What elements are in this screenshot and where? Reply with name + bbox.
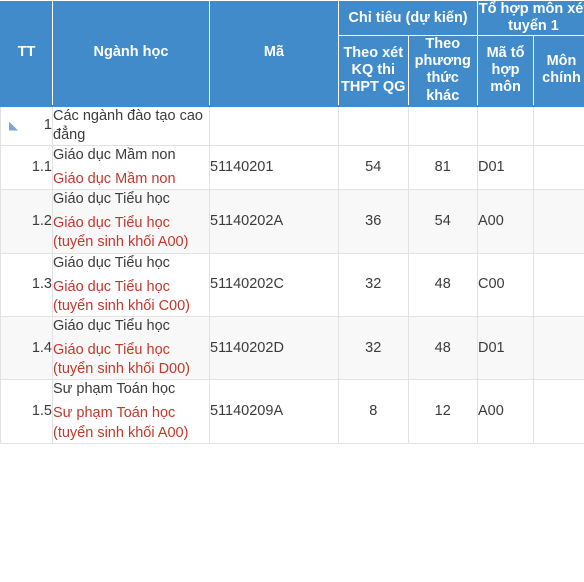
expand-collapse-triangle-icon[interactable] [9, 121, 18, 131]
cell-tt: 1.3 [0, 252, 53, 317]
cell-ma [209, 104, 339, 146]
column-header-chi-tieu-group: Chỉ tiêu (dự kiến) [338, 0, 478, 37]
program-name-primary: Sư phạm Toán học [53, 381, 176, 398]
cell-ma-to-hop-mon: A00 [477, 189, 534, 254]
cell-nganh-hoc: Giáo dục Mầm non Giáo dục Mầm non [52, 144, 210, 191]
program-name-secondary: Giáo dục Tiểu học (tuyển sinh khối D00) [53, 342, 191, 378]
cell-theo-phuong-thuc-khac: 54 [407, 189, 478, 254]
cell-ma: 51140201 [209, 144, 339, 191]
column-header-theo-xet-kq-thi-thpt-qg: Theo xét KQ thi THPT QG [338, 35, 409, 107]
table-row[interactable]: 1.4 Giáo dục Tiểu học Giáo dục Tiểu học (t… [0, 315, 584, 381]
table-row[interactable]: 1.1 Giáo dục Mầm non Giáo dục Mầm non 51140… [0, 144, 584, 191]
table-body: 1 Các ngành đào tạo cao đẳng 1.1 Giáo dục M… [0, 104, 584, 444]
cell-theo-xet-kq-thi: 54 [338, 144, 409, 191]
cell-theo-phuong-thuc-khac: 48 [407, 315, 478, 381]
program-name-primary: Giáo dục Tiểu học [53, 317, 170, 334]
program-name-secondary: Giáo dục Tiểu học (tuyển sinh khối C00) [53, 278, 191, 314]
cell-tt: 1 [0, 104, 53, 146]
table-row[interactable]: 1.5 Sư phạm Toán học Sư phạm Toán học (tuy… [0, 379, 584, 444]
cell-ma: 51140202C [209, 252, 339, 317]
cell-ma-to-hop-mon [477, 104, 534, 146]
table-row[interactable]: 1.3 Giáo dục Tiểu học Giáo dục Tiểu học (t… [0, 252, 584, 317]
cell-mon-chinh [533, 144, 584, 191]
cell-mon-chinh [533, 104, 584, 146]
admissions-quota-table: TT Ngành học Mã Chỉ tiêu (dự kiến) Tổ hợ… [0, 0, 584, 444]
cell-ma-to-hop-mon: A00 [477, 379, 534, 444]
cell-tt-label: 1.5 [31, 402, 52, 419]
program-name-primary: Giáo dục Tiểu học [53, 191, 170, 208]
column-header-mon-chinh: Môn chính [533, 35, 584, 107]
column-header-ma-to-hop-mon: Mã tổ hợp môn [477, 35, 534, 107]
column-header-to-hop-mon-group: Tổ hợp môn xét tuyển 1 [477, 0, 584, 37]
cell-tt-label: 1.4 [31, 339, 52, 356]
cell-tt: 1.2 [0, 189, 53, 254]
cell-theo-phuong-thuc-khac: 12 [407, 379, 478, 444]
cell-theo-xet-kq-thi: 32 [338, 315, 409, 381]
cell-mon-chinh [533, 252, 584, 317]
table-row[interactable]: 1 Các ngành đào tạo cao đẳng [0, 104, 584, 146]
cell-tt-label: 1.2 [31, 212, 52, 229]
table-header: TT Ngành học Mã Chỉ tiêu (dự kiến) Tổ hợ… [0, 0, 584, 107]
cell-tt: 1.4 [0, 315, 53, 381]
cell-mon-chinh [533, 315, 584, 381]
column-header-nganh-hoc: Ngành học [52, 0, 210, 107]
cell-tt: 1.5 [0, 379, 53, 444]
cell-ma-to-hop-mon: D01 [477, 144, 534, 191]
table-row[interactable]: 1.2 Giáo dục Tiểu học Giáo dục Tiểu học (t… [0, 189, 584, 254]
program-name-primary: Giáo dục Tiểu học [53, 254, 170, 271]
cell-ma-to-hop-mon: C00 [477, 252, 534, 317]
program-name-primary: Giáo dục Mầm non [53, 146, 176, 163]
cell-ma: 51140209A [209, 379, 339, 444]
column-header-theo-phuong-thuc-khac: Theo phương thức khác [407, 35, 478, 107]
cell-theo-phuong-thuc-khac [407, 104, 478, 146]
cell-ma-to-hop-mon: D01 [477, 315, 534, 381]
cell-nganh-hoc: Sư phạm Toán học Sư phạm Toán học (tuyển … [52, 379, 210, 444]
cell-mon-chinh [533, 189, 584, 254]
cell-tt-label: 1.1 [31, 158, 52, 175]
cell-tt-label: 1 [43, 117, 52, 134]
program-name-secondary: Giáo dục Mầm non [53, 171, 176, 188]
column-header-tt: TT [0, 0, 53, 107]
cell-nganh-hoc: Giáo dục Tiểu học Giáo dục Tiểu học (tuyể… [52, 189, 210, 254]
cell-nganh-hoc: Giáo dục Tiểu học Giáo dục Tiểu học (tuyể… [52, 252, 210, 317]
cell-nganh-hoc: Giáo dục Tiểu học Giáo dục Tiểu học (tuyể… [52, 315, 210, 381]
program-name-secondary: Giáo dục Tiểu học (tuyển sinh khối A00) [53, 215, 189, 251]
column-header-ma: Mã [209, 0, 339, 107]
cell-theo-phuong-thuc-khac: 48 [407, 252, 478, 317]
program-name-primary: Các ngành đào tạo cao đẳng [53, 107, 203, 143]
cell-ma: 51140202A [209, 189, 339, 254]
cell-theo-xet-kq-thi: 8 [338, 379, 409, 444]
table-header-row-1: TT Ngành học Mã Chỉ tiêu (dự kiến) Tổ hợ… [0, 0, 584, 107]
cell-theo-xet-kq-thi: 36 [338, 189, 409, 254]
cell-ma: 51140202D [209, 315, 339, 381]
program-name-secondary: Sư phạm Toán học (tuyển sinh khối A00) [53, 405, 189, 441]
cell-tt-label: 1.3 [31, 276, 52, 293]
cell-tt: 1.1 [0, 144, 53, 191]
cell-mon-chinh [533, 379, 584, 444]
cell-nganh-hoc: Các ngành đào tạo cao đẳng [52, 104, 210, 146]
cell-theo-xet-kq-thi [338, 104, 409, 146]
cell-theo-phuong-thuc-khac: 81 [407, 144, 478, 191]
cell-theo-xet-kq-thi: 32 [338, 252, 409, 317]
